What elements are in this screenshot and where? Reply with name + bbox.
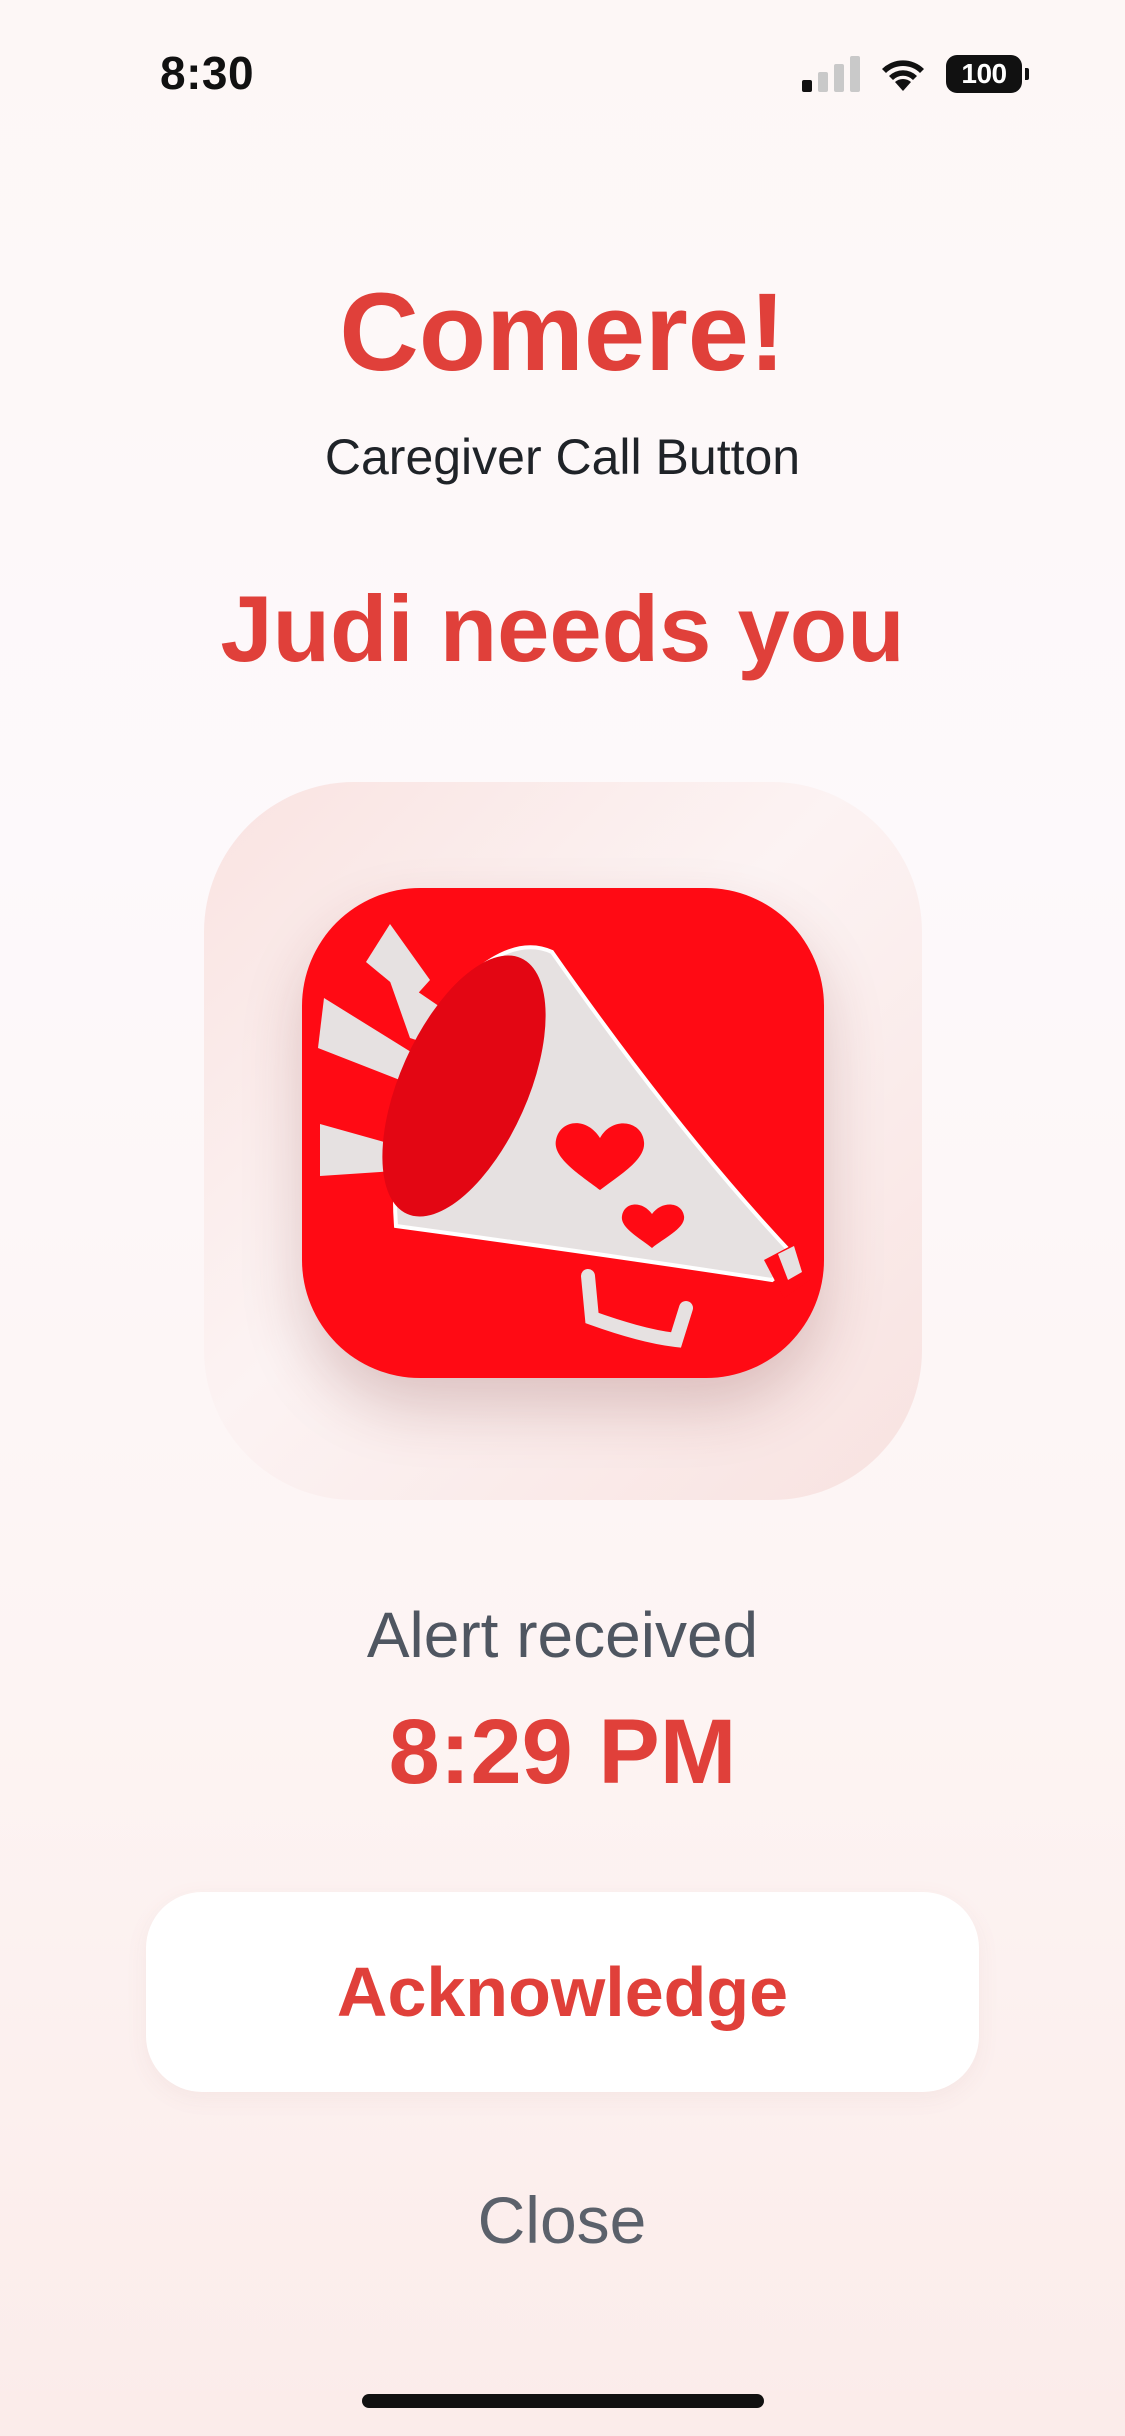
- alert-received-time: 8:29 PM: [388, 1701, 737, 1803]
- cellular-signal-icon: [802, 56, 860, 92]
- app-subtitle: Caregiver Call Button: [324, 429, 801, 485]
- wifi-icon: [882, 60, 924, 91]
- battery-icon: 100: [946, 55, 1029, 93]
- acknowledge-button[interactable]: Acknowledge: [146, 1892, 979, 2092]
- battery-level: 100: [946, 55, 1022, 93]
- status-icons: 100: [802, 54, 1029, 94]
- status-time: 8:30: [160, 47, 255, 99]
- alert-received-label: Alert received: [366, 1599, 759, 1671]
- close-button[interactable]: Close: [362, 2170, 762, 2270]
- home-indicator[interactable]: [362, 2394, 764, 2408]
- app-title: Comere!: [339, 271, 786, 394]
- megaphone-hearts-icon: [302, 888, 824, 1378]
- alert-heading: Judi needs you: [220, 576, 905, 681]
